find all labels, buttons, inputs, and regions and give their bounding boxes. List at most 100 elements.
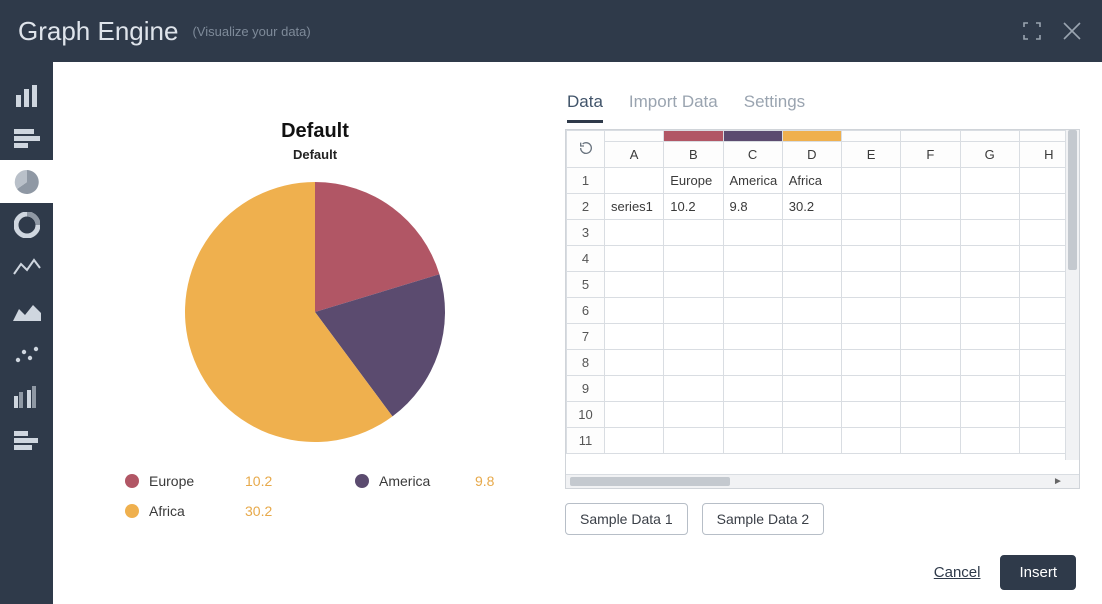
- column-header-A[interactable]: A: [605, 142, 664, 168]
- cell[interactable]: [842, 402, 901, 428]
- cell[interactable]: [842, 376, 901, 402]
- column-header-E[interactable]: E: [842, 142, 901, 168]
- column-header-C[interactable]: C: [723, 142, 782, 168]
- cell[interactable]: [605, 220, 664, 246]
- cell[interactable]: America: [723, 168, 782, 194]
- cell[interactable]: [723, 350, 782, 376]
- refresh-button[interactable]: [567, 131, 605, 168]
- cell[interactable]: [782, 246, 841, 272]
- column-header-B[interactable]: B: [664, 142, 723, 168]
- vertical-scroll-thumb[interactable]: [1068, 130, 1077, 270]
- row-header[interactable]: 9: [567, 376, 605, 402]
- cell[interactable]: [960, 168, 1019, 194]
- row-header[interactable]: 4: [567, 246, 605, 272]
- vertical-scrollbar[interactable]: [1065, 130, 1079, 460]
- cell[interactable]: Africa: [782, 168, 841, 194]
- row-header[interactable]: 7: [567, 324, 605, 350]
- cell[interactable]: [782, 402, 841, 428]
- cell[interactable]: [842, 168, 901, 194]
- cell[interactable]: series1: [605, 194, 664, 220]
- cell[interactable]: [842, 428, 901, 454]
- fullscreen-icon[interactable]: [1022, 21, 1042, 41]
- row-header[interactable]: 2: [567, 194, 605, 220]
- cell[interactable]: [842, 350, 901, 376]
- cell[interactable]: [842, 246, 901, 272]
- cell[interactable]: [605, 428, 664, 454]
- cell[interactable]: [723, 298, 782, 324]
- cell[interactable]: [960, 194, 1019, 220]
- cell[interactable]: [901, 194, 960, 220]
- cell[interactable]: [664, 376, 723, 402]
- close-icon[interactable]: [1060, 19, 1084, 43]
- scroll-right-arrow[interactable]: ►: [1051, 475, 1065, 488]
- cell[interactable]: [723, 246, 782, 272]
- sidebar-item-line[interactable]: [0, 246, 53, 289]
- sidebar-item-area[interactable]: [0, 289, 53, 332]
- cell[interactable]: [664, 246, 723, 272]
- cell[interactable]: [723, 376, 782, 402]
- cell[interactable]: [901, 272, 960, 298]
- cell[interactable]: [664, 220, 723, 246]
- cell[interactable]: [664, 402, 723, 428]
- cell[interactable]: [664, 272, 723, 298]
- cell[interactable]: [605, 298, 664, 324]
- cell[interactable]: [782, 272, 841, 298]
- horizontal-scrollbar[interactable]: ◄ ►: [566, 474, 1079, 488]
- cell[interactable]: [842, 220, 901, 246]
- row-header[interactable]: 8: [567, 350, 605, 376]
- spreadsheet[interactable]: ABCDEFGH1EuropeAmericaAfrica2series110.2…: [566, 130, 1079, 454]
- cell[interactable]: [723, 402, 782, 428]
- cell[interactable]: [901, 402, 960, 428]
- cell[interactable]: Europe: [664, 168, 723, 194]
- cell[interactable]: 30.2: [782, 194, 841, 220]
- cell[interactable]: [782, 324, 841, 350]
- tab-data[interactable]: Data: [567, 92, 603, 123]
- cell[interactable]: [960, 402, 1019, 428]
- cell[interactable]: [901, 168, 960, 194]
- column-header-G[interactable]: G: [960, 142, 1019, 168]
- cell[interactable]: [842, 272, 901, 298]
- cell[interactable]: [960, 376, 1019, 402]
- cell[interactable]: [605, 272, 664, 298]
- cell[interactable]: [960, 298, 1019, 324]
- cell[interactable]: [842, 194, 901, 220]
- cell[interactable]: [901, 376, 960, 402]
- cell[interactable]: [901, 350, 960, 376]
- cell[interactable]: [605, 324, 664, 350]
- cell[interactable]: [960, 272, 1019, 298]
- sample-data-1-button[interactable]: Sample Data 1: [565, 503, 688, 535]
- cell[interactable]: 9.8: [723, 194, 782, 220]
- cell[interactable]: [901, 246, 960, 272]
- cell[interactable]: [605, 168, 664, 194]
- column-header-F[interactable]: F: [901, 142, 960, 168]
- row-header[interactable]: 11: [567, 428, 605, 454]
- cell[interactable]: [901, 428, 960, 454]
- cell[interactable]: [842, 298, 901, 324]
- sidebar-item-stacked-bar[interactable]: [0, 117, 53, 160]
- sidebar-item-horizontal-bar[interactable]: [0, 418, 53, 461]
- cell[interactable]: [664, 350, 723, 376]
- cell[interactable]: [842, 324, 901, 350]
- tab-settings[interactable]: Settings: [744, 92, 805, 123]
- cell[interactable]: [664, 298, 723, 324]
- sidebar-item-pie[interactable]: [0, 160, 53, 203]
- sidebar-item-donut[interactable]: [0, 203, 53, 246]
- cell[interactable]: [960, 350, 1019, 376]
- cell[interactable]: [901, 220, 960, 246]
- row-header[interactable]: 1: [567, 168, 605, 194]
- cell[interactable]: [723, 324, 782, 350]
- cell[interactable]: 10.2: [664, 194, 723, 220]
- cell[interactable]: [782, 350, 841, 376]
- cell[interactable]: [723, 220, 782, 246]
- cell[interactable]: [723, 272, 782, 298]
- cell[interactable]: [782, 428, 841, 454]
- cell[interactable]: [782, 376, 841, 402]
- cell[interactable]: [782, 220, 841, 246]
- cell[interactable]: [960, 220, 1019, 246]
- sidebar-item-scatter[interactable]: [0, 332, 53, 375]
- cell[interactable]: [664, 428, 723, 454]
- cell[interactable]: [605, 246, 664, 272]
- cell[interactable]: [960, 324, 1019, 350]
- cell[interactable]: [605, 350, 664, 376]
- tab-import-data[interactable]: Import Data: [629, 92, 718, 123]
